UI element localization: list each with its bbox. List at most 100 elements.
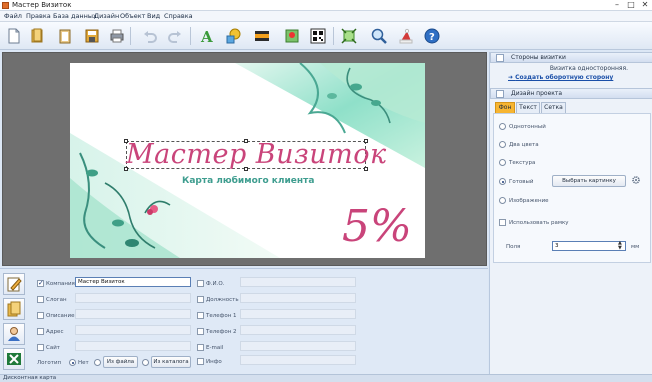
redo-icon[interactable]: [165, 26, 185, 46]
zoom-icon[interactable]: [369, 26, 389, 46]
position-input[interactable]: [240, 293, 356, 303]
qr-code-icon[interactable]: [308, 26, 328, 46]
design-canvas[interactable]: Мастер Визиток Карта любимого клиента 5%: [2, 52, 487, 266]
site-checkbox[interactable]: [37, 344, 44, 351]
card-sides-icon: [496, 54, 504, 62]
save-icon[interactable]: [82, 26, 102, 46]
email-label: E-mail: [206, 345, 224, 351]
tab-grid[interactable]: Сетка: [541, 102, 566, 113]
single-color-label: Однотонный: [509, 124, 546, 130]
shapes-icon[interactable]: [223, 26, 243, 46]
svg-text:A: A: [200, 28, 213, 44]
email-input[interactable]: [240, 341, 356, 351]
project-design-header[interactable]: Дизайн проекта: [490, 88, 652, 99]
new-file-icon[interactable]: [4, 26, 24, 46]
fio-input[interactable]: [240, 277, 356, 287]
use-frame-label: Использовать рамку: [509, 220, 569, 226]
ready-label: Готовый: [509, 179, 534, 185]
info-input[interactable]: [240, 355, 356, 365]
help-icon[interactable]: ?: [422, 26, 442, 46]
position-checkbox[interactable]: [197, 296, 204, 303]
undo-icon[interactable]: [140, 26, 160, 46]
tab-text[interactable]: Текст: [516, 102, 540, 113]
site-input[interactable]: [75, 341, 191, 351]
text-tool-icon[interactable]: A: [197, 26, 217, 46]
minimize-icon[interactable]: –: [610, 0, 624, 11]
business-card[interactable]: Мастер Визиток Карта любимого клиента 5%: [70, 63, 425, 258]
svg-text:?: ?: [429, 32, 435, 43]
clipboard-icon[interactable]: [55, 26, 75, 46]
phone2-label: Телефон 2: [206, 329, 237, 335]
menu-database[interactable]: База данных: [53, 12, 97, 20]
card-subtitle-text[interactable]: Карта любимого клиента: [182, 176, 314, 186]
settings-gear-icon[interactable]: [632, 176, 640, 184]
phone1-label: Телефон 1: [206, 313, 237, 319]
open-templates-icon[interactable]: [27, 26, 47, 46]
logo-catalog-radio[interactable]: [142, 359, 149, 366]
phone2-input[interactable]: [240, 325, 356, 335]
description-checkbox[interactable]: [37, 312, 44, 319]
info-label: Инфо: [206, 359, 222, 365]
logo-from-catalog-button[interactable]: Из каталога: [151, 356, 191, 368]
two-colors-radio[interactable]: [499, 141, 506, 148]
info-checkbox[interactable]: [197, 358, 204, 365]
image-icon[interactable]: [252, 26, 272, 46]
fio-checkbox[interactable]: [197, 280, 204, 287]
card-sides-title: Стороны визитки: [511, 54, 566, 61]
address-input[interactable]: [75, 325, 191, 335]
templates-button[interactable]: [3, 298, 25, 320]
christmas-hat-icon[interactable]: [396, 26, 416, 46]
company-checkbox[interactable]: ✓: [37, 280, 44, 287]
properties-panel: Стороны визитки Визитка односторонняя. ➜…: [489, 52, 652, 374]
contacts-button[interactable]: [3, 323, 25, 345]
print-icon[interactable]: [107, 26, 127, 46]
separator: [130, 27, 131, 45]
ready-radio[interactable]: [499, 178, 506, 185]
create-back-side-link-text: Создать оборотную сторону: [515, 74, 614, 81]
phone1-checkbox[interactable]: [197, 312, 204, 319]
select-picture-button[interactable]: Выбрать картинку: [552, 175, 626, 187]
status-bar: Дисконтная карта: [0, 374, 652, 382]
phone2-checkbox[interactable]: [197, 328, 204, 335]
excel-import-button[interactable]: [3, 348, 25, 370]
maximize-icon[interactable]: □: [624, 0, 638, 11]
card-discount-text[interactable]: 5%: [342, 201, 412, 252]
margins-unit: мм: [631, 244, 640, 250]
logo-none-radio[interactable]: [69, 359, 76, 366]
fit-page-icon[interactable]: [339, 26, 359, 46]
menu-view[interactable]: Вид: [147, 12, 160, 20]
single-color-radio[interactable]: [499, 123, 506, 130]
image-radio[interactable]: [499, 197, 506, 204]
slogan-checkbox[interactable]: [37, 296, 44, 303]
margins-label: Поля: [506, 244, 521, 250]
description-label: Описание: [46, 313, 75, 319]
address-checkbox[interactable]: [37, 328, 44, 335]
phone1-input[interactable]: [240, 309, 356, 319]
project-design-icon: [496, 90, 504, 98]
company-input[interactable]: Мастер Визиток: [75, 277, 191, 287]
description-input[interactable]: [75, 309, 191, 319]
margins-input[interactable]: 3: [552, 241, 626, 251]
menu-object[interactable]: Объект: [120, 12, 145, 20]
fields-panel: ✓ Компания Мастер Визиток Слоган Описани…: [0, 268, 488, 374]
slogan-input[interactable]: [75, 293, 191, 303]
menu-edit[interactable]: Правка: [26, 12, 51, 20]
edit-fields-button[interactable]: [3, 273, 25, 295]
use-frame-checkbox[interactable]: [499, 219, 506, 226]
card-title-text[interactable]: Мастер Визиток: [126, 139, 387, 170]
texture-radio[interactable]: [499, 159, 506, 166]
create-back-side-link[interactable]: ➜ Создать оборотную сторону: [508, 74, 613, 81]
menu-file[interactable]: Файл: [4, 12, 22, 20]
fio-label: Ф.И.О.: [206, 281, 225, 287]
tab-background[interactable]: Фон: [495, 102, 515, 113]
logo-file-radio[interactable]: [94, 359, 101, 366]
address-label: Адрес: [46, 329, 64, 335]
menu-design[interactable]: Дизайн: [94, 12, 119, 20]
margins-stepper-icon[interactable]: ▲ ▼: [618, 241, 622, 251]
card-sides-header[interactable]: Стороны визитки: [490, 52, 652, 63]
close-icon[interactable]: ✕: [638, 0, 652, 11]
email-checkbox[interactable]: [197, 344, 204, 351]
logo-from-file-button[interactable]: Из файла: [103, 356, 138, 368]
map-icon[interactable]: [282, 26, 302, 46]
menu-help[interactable]: Справка: [164, 12, 193, 20]
